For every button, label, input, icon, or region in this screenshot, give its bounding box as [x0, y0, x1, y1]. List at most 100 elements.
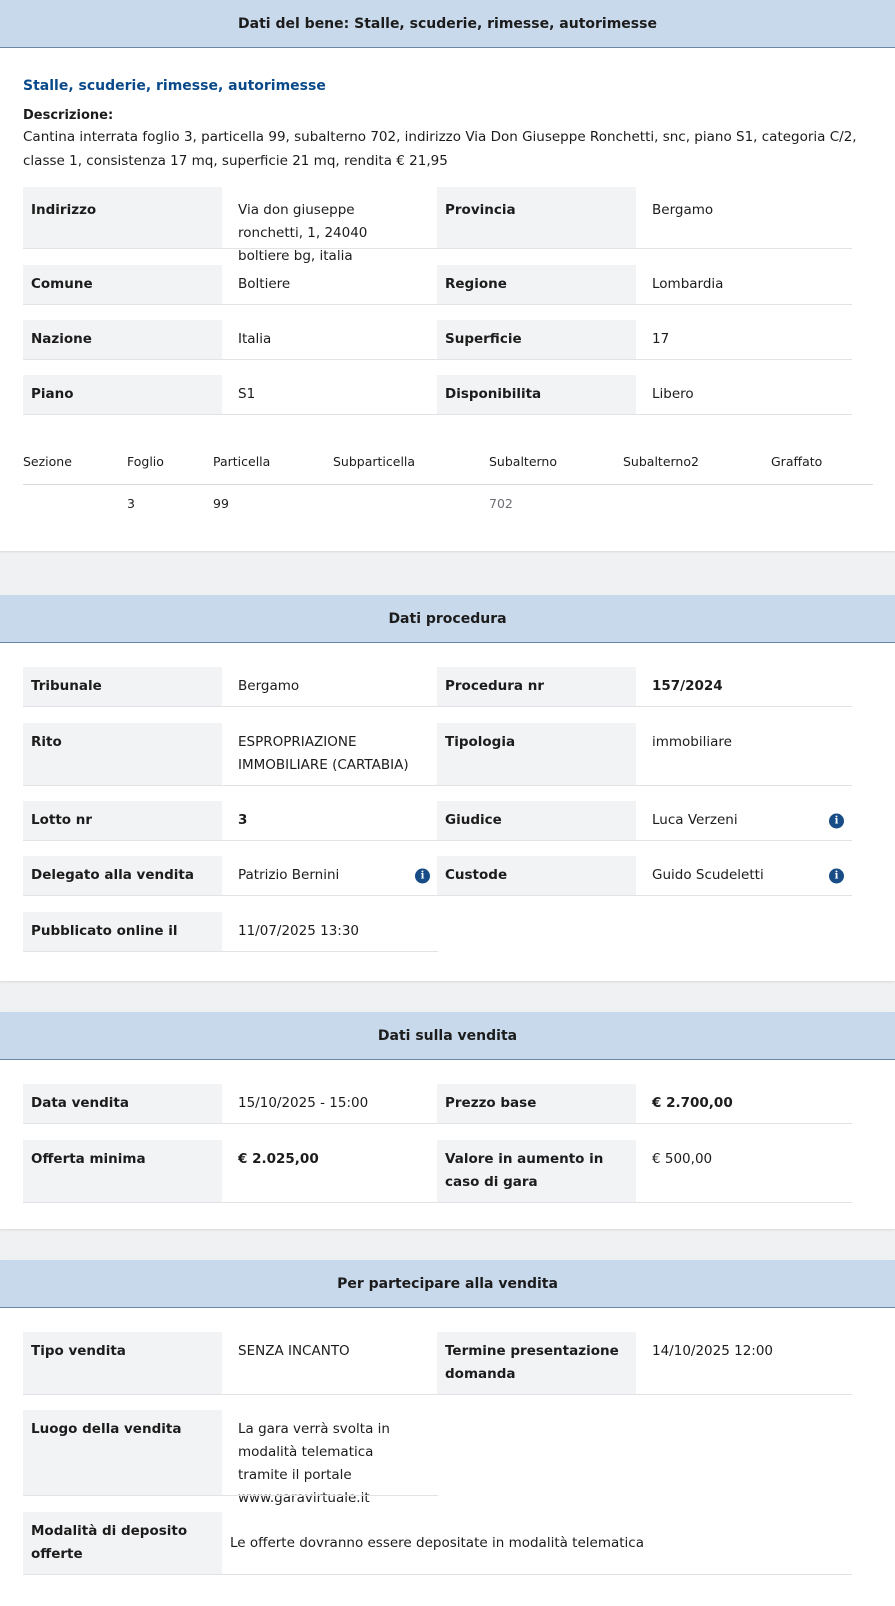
field-label: Delegato alla vendita: [23, 856, 222, 896]
field-value: 17: [636, 320, 852, 360]
field-giudice: Giudice Luca Verzeni i: [437, 801, 852, 841]
field-tribunale: Tribunale Bergamo: [23, 667, 438, 707]
field-value: Patrizio Bernini: [238, 867, 340, 883]
field-label: Luogo della vendita: [23, 1410, 222, 1496]
category-title: Stalle, scuderie, rimesse, autorimesse: [23, 78, 326, 94]
field-label: Provincia: [437, 187, 636, 249]
field-nazione: Nazione Italia: [23, 320, 438, 360]
field-delegato: Delegato alla vendita Patrizio Bernini i: [23, 856, 438, 896]
row-divider: [437, 785, 852, 786]
field-label: Prezzo base: [437, 1084, 636, 1124]
card-header-partecipare: Per partecipare alla vendita: [0, 1260, 895, 1308]
field-value: € 2.025,00: [222, 1140, 438, 1203]
field-piano: Piano S1: [23, 375, 438, 415]
card-partecipare: Per partecipare alla vendita Tipo vendit…: [0, 1260, 895, 1606]
field-value: Bergamo: [222, 667, 438, 707]
row-divider: [437, 840, 852, 841]
row-divider: [23, 304, 438, 305]
field-procedura-nr: Procedura nr 157/2024: [437, 667, 852, 707]
field-lotto-nr: Lotto nr 3: [23, 801, 438, 841]
row-divider: [23, 1574, 852, 1575]
field-value: Lombardia: [636, 265, 852, 305]
card-dati-vendita: Dati sulla vendita Data vendita 15/10/20…: [0, 1012, 895, 1229]
field-label: Pubblicato online il: [23, 912, 222, 952]
col-header-sezione: Sezione: [23, 454, 72, 469]
field-label: Custode: [437, 856, 636, 896]
field-label: Data vendita: [23, 1084, 222, 1124]
row-divider: [23, 1202, 438, 1203]
row-divider: [437, 359, 852, 360]
table-divider: [23, 484, 873, 485]
field-value: Luca Verzeni: [652, 812, 738, 828]
row-divider: [23, 1495, 438, 1496]
field-label: Tribunale: [23, 667, 222, 707]
col-header-subalterno: Subalterno: [489, 454, 558, 469]
field-provincia: Provincia Bergamo: [437, 187, 852, 249]
field-value: ESPROPRIAZIONE IMMOBILIARE (CARTABIA): [222, 723, 438, 786]
col-header-graffato: Graffato: [771, 454, 823, 469]
field-value: SENZA INCANTO: [222, 1332, 438, 1395]
row-divider: [23, 840, 438, 841]
row-divider: [437, 414, 852, 415]
field-tipo-vendita: Tipo vendita SENZA INCANTO: [23, 1332, 438, 1395]
field-indirizzo: Indirizzo Via don giuseppe ronchetti, 1,…: [23, 187, 438, 264]
field-label: Comune: [23, 265, 222, 305]
row-divider: [23, 248, 438, 249]
row-divider: [437, 1202, 852, 1203]
field-label: Procedura nr: [437, 667, 636, 707]
field-label: Tipologia: [437, 723, 636, 786]
field-regione: Regione Lombardia: [437, 265, 852, 305]
field-value: Le offerte dovranno essere depositate in…: [222, 1512, 852, 1575]
field-modalita: Modalità di deposito offerte Le offerte …: [23, 1512, 852, 1575]
field-value-cell: Guido Scudeletti i: [636, 856, 852, 896]
field-custode: Custode Guido Scudeletti i: [437, 856, 852, 896]
card-header-dati-vendita: Dati sulla vendita: [0, 1012, 895, 1060]
field-value: € 500,00: [636, 1140, 852, 1203]
field-superficie: Superficie 17: [437, 320, 852, 360]
info-circle-icon[interactable]: i: [829, 868, 844, 884]
field-value: Italia: [222, 320, 438, 360]
field-label: Giudice: [437, 801, 636, 841]
field-value: Via don giuseppe ronchetti, 1, 24040 bol…: [222, 187, 438, 264]
col-header-particella: Particella: [213, 454, 271, 469]
field-value-cell: Patrizio Bernini i: [222, 856, 438, 896]
row-divider: [23, 785, 438, 786]
field-label: Valore in aumento in caso di gara: [437, 1140, 636, 1203]
card-dati-bene: Dati del bene: Stalle, scuderie, rimesse…: [0, 0, 895, 551]
field-value: Libero: [636, 375, 852, 415]
field-label: Lotto nr: [23, 801, 222, 841]
col-header-subalterno2: Subalterno2: [623, 454, 699, 469]
field-label: Rito: [23, 723, 222, 786]
field-luogo: Luogo della vendita La gara verrà svolta…: [23, 1410, 438, 1506]
field-pubblicato: Pubblicato online il 11/07/2025 13:30: [23, 912, 438, 952]
field-value-cell: Luca Verzeni i: [636, 801, 852, 841]
field-termine: Termine presentazione domanda 14/10/2025…: [437, 1332, 852, 1395]
field-comune: Comune Boltiere: [23, 265, 438, 305]
field-label: Termine presentazione domanda: [437, 1332, 636, 1395]
row-divider: [23, 895, 438, 896]
row-divider: [437, 1394, 852, 1395]
row-divider: [23, 706, 438, 707]
row-divider: [23, 1123, 438, 1124]
row-divider: [437, 895, 852, 896]
field-value: Bergamo: [636, 187, 852, 249]
cell-foglio: 3: [127, 496, 135, 511]
row-divider: [23, 414, 438, 415]
field-label: Tipo vendita: [23, 1332, 222, 1395]
info-circle-icon[interactable]: i: [829, 813, 844, 829]
card-dati-procedura: Dati procedura Tribunale Bergamo Procedu…: [0, 595, 895, 981]
row-divider: [437, 706, 852, 707]
field-valore-aumento: Valore in aumento in caso di gara € 500,…: [437, 1140, 852, 1203]
field-value: Boltiere: [222, 265, 438, 305]
field-data-vendita: Data vendita 15/10/2025 - 15:00: [23, 1084, 438, 1124]
card-header-dati-bene: Dati del bene: Stalle, scuderie, rimesse…: [0, 0, 895, 48]
row-divider: [23, 1394, 438, 1395]
field-offerta-minima: Offerta minima € 2.025,00: [23, 1140, 438, 1203]
field-value: 11/07/2025 13:30: [222, 912, 438, 952]
field-label: Disponibilita: [437, 375, 636, 415]
descrizione-text: Cantina interrata foglio 3, particella 9…: [23, 129, 857, 169]
col-header-foglio: Foglio: [127, 454, 164, 469]
info-circle-icon[interactable]: i: [415, 868, 430, 884]
field-label: Indirizzo: [23, 187, 222, 249]
field-label: Offerta minima: [23, 1140, 222, 1203]
